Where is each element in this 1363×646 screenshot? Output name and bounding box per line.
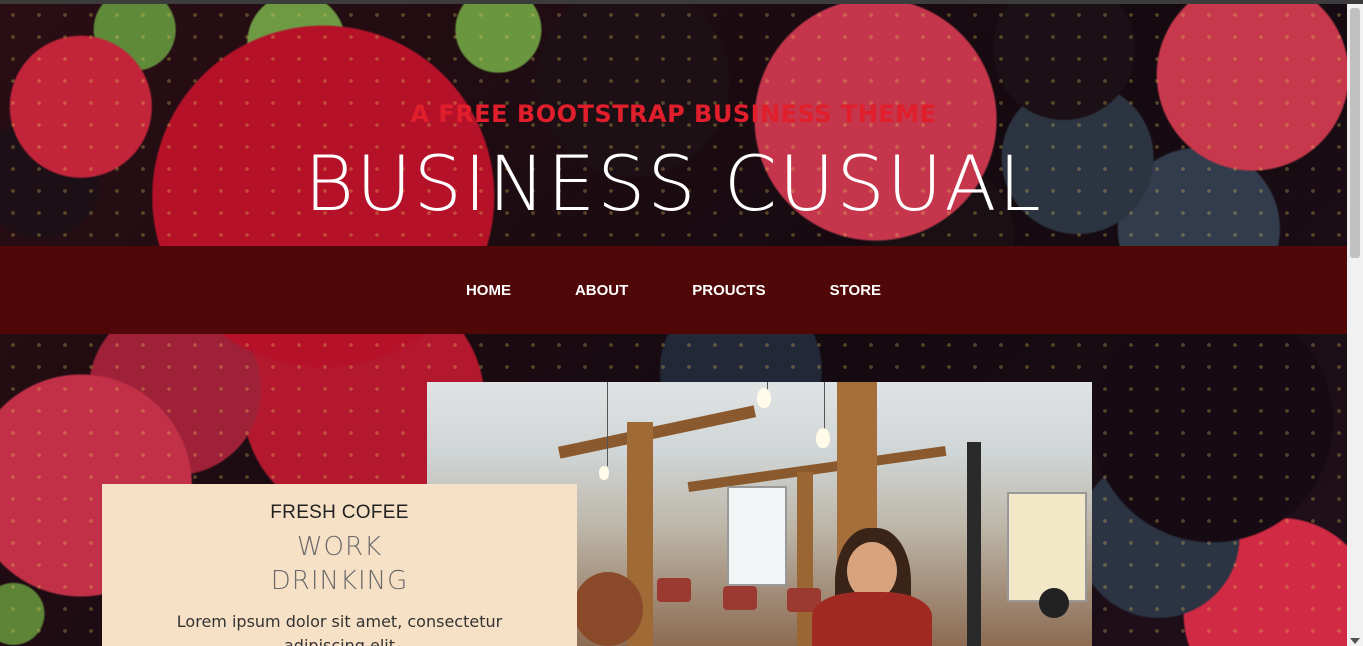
pendant-light (816, 428, 830, 448)
intro-body-text: Lorem ipsum dolor sit amet, consectetur … (176, 612, 503, 646)
background-person (1039, 588, 1069, 618)
wooden-pillar (797, 472, 813, 646)
black-column (967, 442, 981, 646)
light-wire (607, 382, 608, 466)
site-subheading: A FREE BOOTSTRAP BUSINESS THEME (410, 100, 937, 128)
scrollbar-thumb[interactable] (1350, 8, 1360, 258)
intro-lower-heading-line1: WORK (296, 532, 383, 562)
ceiling-beam (557, 405, 757, 459)
person-shirt (812, 592, 932, 646)
intro-text-box: FRESH COFEE WORK DRINKING Lorem ipsum do… (102, 484, 577, 646)
person-hair (573, 572, 643, 646)
site-heading: BUSINESS CUSUAL (304, 139, 1043, 228)
nav-link-about[interactable]: ABOUT (543, 282, 660, 299)
intro-upper-heading: FRESH COFEE (270, 502, 409, 523)
window (1007, 492, 1087, 602)
salon-chair (657, 578, 691, 602)
vertical-scrollbar[interactable] (1347, 4, 1363, 646)
pendant-light (757, 388, 771, 408)
nav-link-products[interactable]: PROUCTS (660, 282, 797, 299)
scroll-down-arrow-icon[interactable] (1350, 638, 1360, 644)
window (727, 486, 787, 586)
nav-link-store[interactable]: STORE (798, 282, 913, 299)
page: A FREE BOOTSTRAP BUSINESS THEME BUSINESS… (0, 0, 1347, 646)
main-navbar: HOME ABOUT PROUCTS STORE (0, 246, 1347, 334)
browser-top-line (0, 0, 1363, 4)
intro-lower-heading-line2: DRINKING (270, 566, 409, 596)
light-wire (824, 382, 825, 430)
salon-chair (723, 586, 757, 610)
pendant-light (599, 466, 609, 480)
nav-link-home[interactable]: HOME (434, 282, 543, 299)
